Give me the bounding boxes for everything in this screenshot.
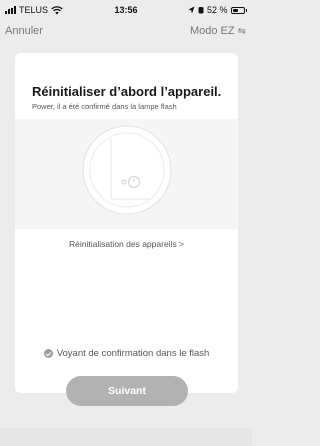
battery-tip xyxy=(245,8,247,12)
confirm-label: Voyant de confirmation dans le flash xyxy=(56,348,210,359)
ez-mode-button[interactable]: Modo EZ ⇋ xyxy=(190,25,246,37)
status-right: 52 % xyxy=(188,5,247,15)
lamp-illustration xyxy=(15,119,238,229)
status-bar: TELUS 13:56 52 % xyxy=(0,0,252,20)
home-area xyxy=(0,428,252,446)
next-button[interactable]: Suivant xyxy=(66,376,188,406)
ez-mode-label: Modo EZ xyxy=(189,25,235,37)
nav-bar: Annuler Modo EZ ⇋ xyxy=(0,20,252,42)
battery-percent: 52 % xyxy=(206,5,228,15)
alarm-icon xyxy=(198,7,204,14)
check-circle-icon[interactable] xyxy=(43,349,53,358)
confirm-checkbox-row[interactable]: Voyant de confirmation dans le flash xyxy=(15,348,238,359)
reset-card: Réinitialiser d’abord l’appareil. Power,… xyxy=(15,53,238,406)
lamp-icon xyxy=(82,125,172,215)
battery-icon xyxy=(230,6,245,14)
battery-fill xyxy=(232,8,238,12)
reset-devices-link[interactable]: Réinitialisation des appareils > xyxy=(15,239,238,249)
card-subtitle: Power, il a été confirmé dans la lampe f… xyxy=(32,102,177,111)
page-title: Réinitialiser d’abord l’appareil. xyxy=(32,84,222,99)
swap-icon: ⇋ xyxy=(237,25,246,37)
cancel-button[interactable]: Annuler xyxy=(5,25,43,37)
location-arrow-icon xyxy=(188,6,195,14)
